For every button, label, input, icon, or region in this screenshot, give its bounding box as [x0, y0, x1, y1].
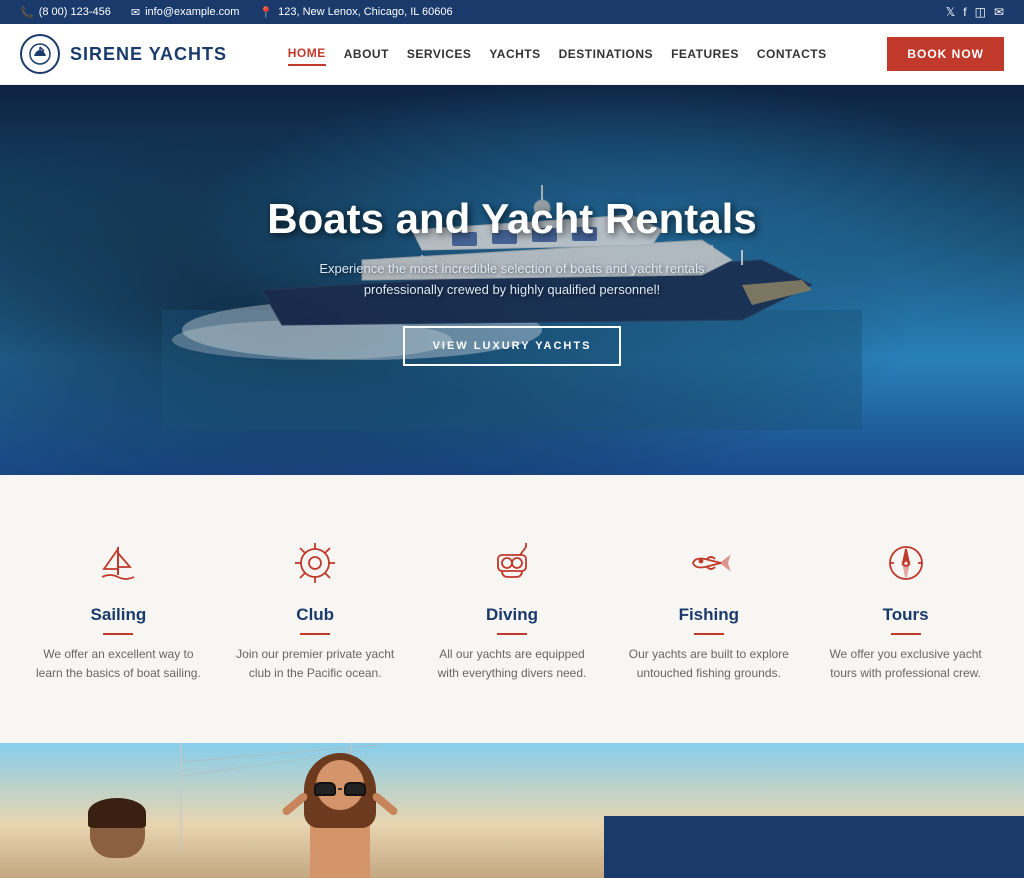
tours-desc: We offer you exclusive yacht tours with …: [822, 645, 989, 683]
phone-icon: 📞: [20, 6, 34, 19]
fishing-title: Fishing: [625, 605, 792, 625]
main-nav: HOME ABOUT SERVICES YACHTS DESTINATIONS …: [288, 42, 827, 66]
phone-info: 📞 (8 00) 123-456: [20, 6, 111, 19]
social-links[interactable]: 𝕏 f ◫ ✉: [946, 5, 1004, 19]
hero-subtitle: Experience the most incredible selection…: [292, 259, 732, 301]
blue-overlay-bar: [604, 816, 1024, 878]
logo-icon: [20, 34, 60, 74]
tours-title: Tours: [822, 605, 989, 625]
tours-divider: [891, 633, 921, 635]
feature-fishing: Fishing Our yachts are built to explore …: [610, 515, 807, 703]
nav-home[interactable]: HOME: [288, 42, 326, 66]
diving-icon: [484, 535, 539, 590]
bottom-section: [0, 743, 1024, 878]
header: SIRENE YACHTS HOME ABOUT SERVICES YACHTS…: [0, 24, 1024, 85]
sailing-divider: [103, 633, 133, 635]
hero-content: Boats and Yacht Rentals Experience the m…: [247, 174, 776, 386]
fishing-icon: [681, 535, 736, 590]
fishing-divider: [694, 633, 724, 635]
book-now-button[interactable]: BOOK NOW: [887, 37, 1004, 71]
email-text: info@example.com: [145, 6, 239, 18]
club-title: Club: [232, 605, 399, 625]
logo: SIRENE YACHTS: [20, 34, 227, 74]
feature-tours: Tours We offer you exclusive yacht tours…: [807, 515, 1004, 703]
fishing-desc: Our yachts are built to explore untouche…: [625, 645, 792, 683]
hero-title: Boats and Yacht Rentals: [267, 194, 756, 244]
person-man: [80, 798, 180, 878]
bottom-photo-area: [0, 743, 1024, 878]
phone-text: (8 00) 123-456: [39, 6, 111, 18]
sailing-title: Sailing: [35, 605, 202, 625]
feature-sailing: Sailing We offer an excellent way to lea…: [20, 515, 217, 703]
nav-destinations[interactable]: DESTINATIONS: [559, 43, 653, 65]
twitter-icon[interactable]: 𝕏: [946, 5, 956, 19]
facebook-icon[interactable]: f: [963, 5, 966, 19]
top-bar-contacts: 📞 (8 00) 123-456 ✉ info@example.com 📍 12…: [20, 6, 453, 19]
nav-features[interactable]: FEATURES: [671, 43, 739, 65]
feature-club: Club Join our premier private yacht club…: [217, 515, 414, 703]
diving-desc: All our yachts are equipped with everyth…: [429, 645, 596, 683]
mail-icon[interactable]: ✉: [994, 5, 1004, 19]
mast-1: [180, 743, 182, 851]
hero-section: Boats and Yacht Rentals Experience the m…: [0, 85, 1024, 475]
email-info: ✉ info@example.com: [131, 6, 240, 19]
email-icon: ✉: [131, 6, 140, 19]
sailing-icon: [91, 535, 146, 590]
diving-divider: [497, 633, 527, 635]
nav-yachts[interactable]: YACHTS: [489, 43, 540, 65]
location-icon: 📍: [259, 6, 273, 19]
features-section: Sailing We offer an excellent way to lea…: [0, 475, 1024, 743]
diving-title: Diving: [429, 605, 596, 625]
nav-services[interactable]: SERVICES: [407, 43, 471, 65]
tours-icon: [878, 535, 933, 590]
instagram-icon[interactable]: ◫: [975, 5, 986, 19]
logo-text: SIRENE YACHTS: [70, 44, 227, 65]
top-bar: 📞 (8 00) 123-456 ✉ info@example.com 📍 12…: [0, 0, 1024, 24]
nav-contacts[interactable]: CONTACTS: [757, 43, 827, 65]
club-divider: [300, 633, 330, 635]
club-desc: Join our premier private yacht club in t…: [232, 645, 399, 683]
sailing-desc: We offer an excellent way to learn the b…: [35, 645, 202, 683]
address-info: 📍 123, New Lenox, Chicago, IL 60606: [259, 6, 452, 19]
hero-cta-button[interactable]: VIEW LUXURY YACHTS: [403, 326, 622, 366]
person-woman: [280, 748, 400, 878]
club-icon: [288, 535, 343, 590]
address-text: 123, New Lenox, Chicago, IL 60606: [278, 6, 453, 18]
feature-diving: Diving All our yachts are equipped with …: [414, 515, 611, 703]
nav-about[interactable]: ABOUT: [344, 43, 389, 65]
